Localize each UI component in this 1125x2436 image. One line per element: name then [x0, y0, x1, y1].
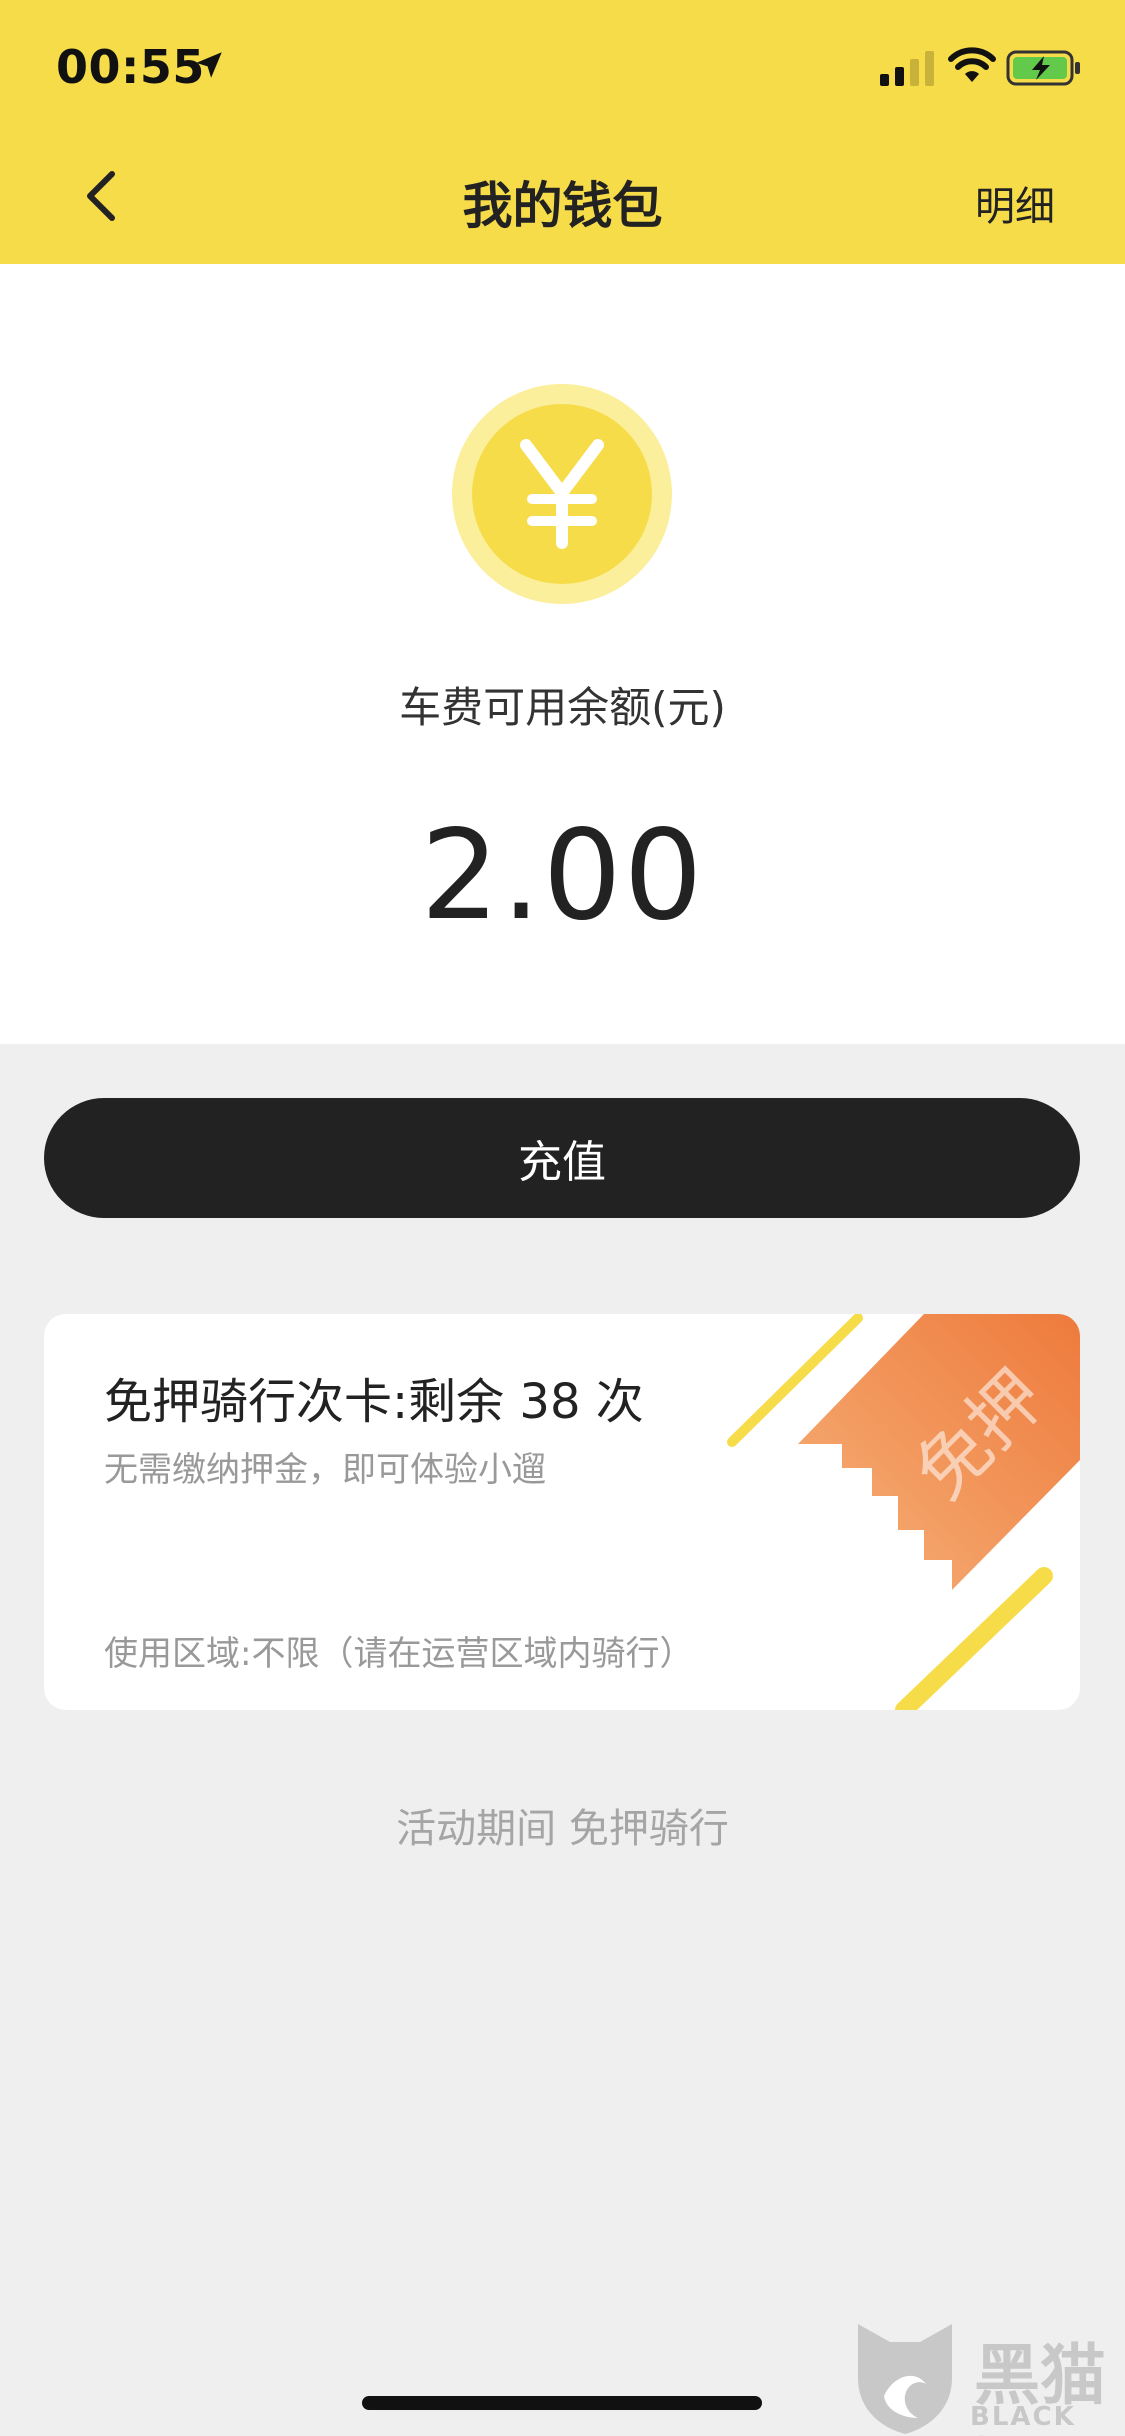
battery-charging-icon [1006, 50, 1080, 86]
detail-link[interactable]: 明细 [975, 174, 1055, 232]
header-bar: 00:55 我的钱包 明细 [0, 0, 1125, 264]
status-time: 00:55 [56, 40, 205, 94]
ride-pass-subtitle: 无需缴纳押金，即可体验小遛 [104, 1450, 546, 1490]
balance-amount: 2.00 [420, 804, 705, 948]
signal-icon [880, 51, 934, 86]
balance-label: 车费可用余额(元) [399, 683, 726, 732]
recharge-button[interactable]: 充值 [44, 1098, 1080, 1218]
home-indicator[interactable] [362, 2396, 762, 2410]
yuan-coin-icon [452, 384, 672, 604]
promo-text: 活动期间 免押骑行 [396, 1806, 729, 1852]
cat-shield-icon [858, 2324, 952, 2434]
coin-face [472, 404, 652, 584]
ride-pass-card[interactable]: 免押 免押骑行次卡:剩余 38 次 无需缴纳押金，即可体验小遛 使用区域:不限（… [44, 1314, 1080, 1710]
black-cat-logo-icon: 黑猫 BLACK CAT [850, 2318, 1125, 2436]
ride-pass-title: 免押骑行次卡:剩余 38 次 [104, 1374, 644, 1430]
page-title: 我的钱包 [462, 177, 663, 235]
wifi-icon [948, 47, 996, 82]
ride-pass-area: 使用区域:不限（请在运营区域内骑行） [104, 1634, 694, 1674]
balance-panel: 车费可用余额(元) 2.00 [0, 264, 1125, 1044]
wallet-screen: 00:55 我的钱包 明细 车费可用余额(元) 2.00 充值 免押 免押骑行次… [0, 0, 1125, 2436]
watermark-sub: BLACK CAT [970, 2402, 1076, 2436]
yuan-symbol [520, 439, 604, 549]
location-arrow-icon [196, 52, 222, 78]
